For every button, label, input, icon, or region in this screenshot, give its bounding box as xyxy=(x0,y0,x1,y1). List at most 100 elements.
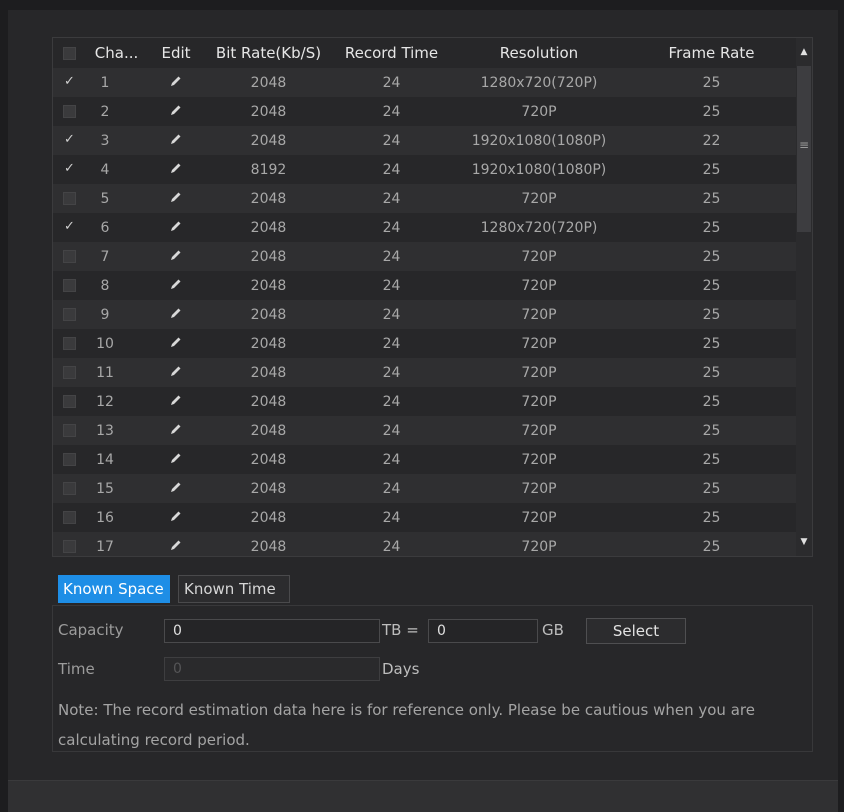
table-row[interactable]: 11 2048 24 720P 25 xyxy=(53,358,797,387)
pencil-icon[interactable] xyxy=(170,191,182,207)
pencil-icon[interactable] xyxy=(170,162,182,178)
row-checkbox[interactable] xyxy=(63,453,76,466)
cell-channel: ✓ 1 xyxy=(53,68,146,97)
gb-input[interactable]: 0 xyxy=(428,619,538,643)
caret-down-icon[interactable]: ▼ xyxy=(796,532,812,552)
tab-known-time[interactable]: Known Time xyxy=(178,575,290,603)
cell-record-time: 24 xyxy=(382,74,401,91)
table-row[interactable]: 10 2048 24 720P 25 xyxy=(53,329,797,358)
cell-resolution: 720P xyxy=(521,393,557,410)
pencil-icon[interactable] xyxy=(170,307,182,323)
channel-number: 15 xyxy=(96,480,114,497)
cell-record-time: 24 xyxy=(382,393,401,410)
channel-number: 14 xyxy=(96,451,114,468)
cell-record-time: 24 xyxy=(382,219,401,236)
caret-up-icon[interactable]: ▲ xyxy=(796,42,812,62)
pencil-icon[interactable] xyxy=(170,539,182,555)
days-unit-label: Days xyxy=(382,660,420,678)
cell-record-time: 24 xyxy=(382,451,401,468)
capacity-input[interactable]: 0 xyxy=(164,619,380,643)
pencil-icon[interactable] xyxy=(170,394,182,410)
cell-resolution: 720P xyxy=(521,335,557,352)
table-row[interactable]: ✓ 4 8192 24 1920x1080(1080P) 25 xyxy=(53,155,797,184)
cell-record-time: 24 xyxy=(382,480,401,497)
pencil-icon[interactable] xyxy=(170,278,182,294)
header-frame-rate: Frame Rate xyxy=(626,38,797,68)
row-checkbox[interactable] xyxy=(63,337,76,350)
row-checkbox[interactable] xyxy=(63,250,76,263)
channel-number: 1 xyxy=(100,74,110,91)
cell-resolution: 720P xyxy=(521,364,557,381)
table-row[interactable]: 17 2048 24 720P 25 xyxy=(53,532,797,556)
table-row[interactable]: 15 2048 24 720P 25 xyxy=(53,474,797,503)
row-checkbox[interactable] xyxy=(63,395,76,408)
pencil-icon[interactable] xyxy=(170,452,182,468)
table-row[interactable]: 8 2048 24 720P 25 xyxy=(53,271,797,300)
pencil-icon[interactable] xyxy=(170,365,182,381)
table-row[interactable]: 14 2048 24 720P 25 xyxy=(53,445,797,474)
checkmark-icon[interactable]: ✓ xyxy=(63,75,76,89)
row-checkbox[interactable] xyxy=(63,279,76,292)
cell-edit xyxy=(146,242,206,271)
channel-number: 12 xyxy=(96,393,114,410)
row-checkbox[interactable] xyxy=(63,192,76,205)
table-row[interactable]: 7 2048 24 720P 25 xyxy=(53,242,797,271)
scrollbar-thumb[interactable]: ≡ xyxy=(797,66,811,232)
table-row[interactable]: 9 2048 24 720P 25 xyxy=(53,300,797,329)
checkmark-icon[interactable]: ✓ xyxy=(63,220,76,234)
cell-frame-rate: 25 xyxy=(702,422,721,439)
table-row[interactable]: ✓ 6 2048 24 1280x720(720P) 25 xyxy=(53,213,797,242)
pencil-icon[interactable] xyxy=(170,104,182,120)
pencil-icon[interactable] xyxy=(170,481,182,497)
channel-number: 9 xyxy=(100,306,110,323)
row-checkbox[interactable] xyxy=(63,424,76,437)
table-row[interactable]: ✓ 3 2048 24 1920x1080(1080P) 22 xyxy=(53,126,797,155)
table-row[interactable]: 2 2048 24 720P 25 xyxy=(53,97,797,126)
row-checkbox[interactable] xyxy=(63,482,76,495)
row-checkbox[interactable] xyxy=(63,511,76,524)
tab-known-space[interactable]: Known Space xyxy=(58,575,170,603)
channel-number: 8 xyxy=(100,277,110,294)
pencil-icon[interactable] xyxy=(170,75,182,91)
pencil-icon[interactable] xyxy=(170,336,182,352)
table-row[interactable]: 13 2048 24 720P 25 xyxy=(53,416,797,445)
table-row[interactable]: ✓ 1 2048 24 1280x720(720P) 25 xyxy=(53,68,797,97)
pencil-icon[interactable] xyxy=(170,133,182,149)
select-all-checkbox[interactable] xyxy=(63,47,76,60)
cell-channel: 7 xyxy=(53,242,146,271)
cell-resolution: 720P xyxy=(521,509,557,526)
cell-bitrate: 8192 xyxy=(250,161,287,178)
cell-bitrate: 2048 xyxy=(250,219,287,236)
cell-record-time: 24 xyxy=(382,161,401,178)
gb-unit-label: GB xyxy=(542,621,564,639)
pencil-icon[interactable] xyxy=(170,220,182,236)
row-checkbox[interactable] xyxy=(63,105,76,118)
cell-frame-rate: 25 xyxy=(702,538,721,555)
pencil-icon[interactable] xyxy=(170,249,182,265)
select-button[interactable]: Select xyxy=(586,618,686,644)
cell-frame-rate: 25 xyxy=(702,190,721,207)
checkmark-icon[interactable]: ✓ xyxy=(63,162,76,176)
table-row[interactable]: 12 2048 24 720P 25 xyxy=(53,387,797,416)
cell-edit xyxy=(146,155,206,184)
row-checkbox[interactable] xyxy=(63,308,76,321)
pencil-icon[interactable] xyxy=(170,423,182,439)
header-channel[interactable]: Cha... xyxy=(53,38,146,68)
cell-edit xyxy=(146,184,206,213)
row-checkbox[interactable] xyxy=(63,366,76,379)
channel-number: 2 xyxy=(100,103,110,120)
table-scrollbar[interactable]: ▲ ≡ ▼ xyxy=(796,38,812,556)
cell-resolution: 720P xyxy=(521,422,557,439)
cell-bitrate: 2048 xyxy=(250,248,287,265)
row-checkbox[interactable] xyxy=(63,540,76,553)
pencil-icon[interactable] xyxy=(170,510,182,526)
table-row[interactable]: 5 2048 24 720P 25 xyxy=(53,184,797,213)
cell-bitrate: 2048 xyxy=(250,74,287,91)
cell-edit xyxy=(146,329,206,358)
table-row[interactable]: 16 2048 24 720P 25 xyxy=(53,503,797,532)
header-resolution: Resolution xyxy=(452,38,626,68)
capacity-label: Capacity xyxy=(58,621,124,639)
checkmark-icon[interactable]: ✓ xyxy=(63,133,76,147)
cell-frame-rate: 25 xyxy=(702,393,721,410)
cell-frame-rate: 25 xyxy=(702,480,721,497)
